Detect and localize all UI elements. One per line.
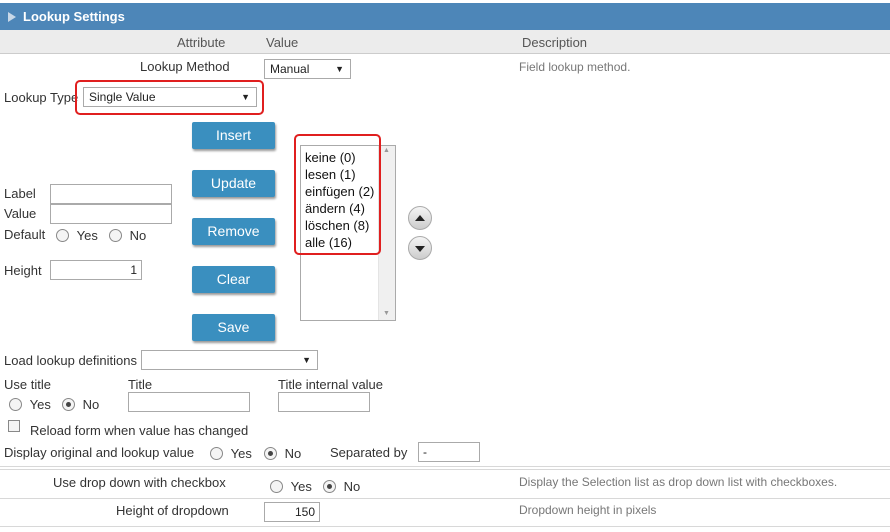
value-column-header: Value	[266, 35, 299, 50]
list-item[interactable]: alle (16)	[305, 234, 374, 251]
title-input[interactable]	[128, 392, 250, 412]
default-no-radio[interactable]	[109, 229, 122, 242]
lookup-type-select[interactable]: Single Value ▼	[83, 87, 257, 107]
attribute-column-header: Attribute	[177, 35, 226, 50]
reload-form-option[interactable]	[8, 420, 20, 435]
title-label: Title	[128, 377, 153, 392]
display-original-no-label: No	[284, 446, 302, 461]
label-input[interactable]	[50, 184, 172, 204]
default-no-label: No	[129, 228, 147, 243]
list-item[interactable]: lesen (1)	[305, 166, 374, 183]
label-field-label: Label	[4, 186, 36, 201]
save-button[interactable]: Save	[192, 314, 275, 341]
use-title-yes-option[interactable]: Yes	[9, 397, 51, 412]
lookup-method-value: Manual	[270, 62, 310, 76]
arrow-up-icon	[415, 215, 425, 221]
lookup-method-label: Lookup Method	[140, 59, 230, 74]
display-original-no-option[interactable]: No	[264, 446, 301, 461]
scroll-up-icon[interactable]: ▲	[383, 147, 390, 154]
remove-button[interactable]: Remove	[192, 218, 275, 245]
lookup-method-description: Field lookup method.	[519, 60, 631, 74]
use-dropdown-yes-radio[interactable]	[270, 480, 283, 493]
divider	[0, 526, 890, 527]
lookup-type-label: Lookup Type	[4, 90, 79, 105]
separated-by-label: Separated by	[330, 445, 408, 460]
use-dropdown-no-label: No	[343, 479, 361, 494]
display-original-no-radio[interactable]	[264, 447, 277, 460]
section-title: Lookup Settings	[23, 9, 125, 24]
display-original-yes-option[interactable]: Yes	[210, 446, 252, 461]
use-dropdown-no-option[interactable]: No	[323, 479, 360, 494]
lookup-method-select[interactable]: Manual ▼	[264, 59, 351, 79]
use-dropdown-no-radio[interactable]	[323, 480, 336, 493]
scroll-down-icon[interactable]: ▼	[383, 310, 390, 317]
list-item[interactable]: ändern (4)	[305, 200, 374, 217]
dropdown-height-input[interactable]: 150	[264, 502, 320, 522]
default-yes-radio[interactable]	[56, 229, 69, 242]
move-up-button[interactable]	[408, 206, 432, 230]
list-item[interactable]: einfügen (2)	[305, 183, 374, 200]
use-title-no-label: No	[82, 397, 100, 412]
use-title-yes-radio[interactable]	[9, 398, 22, 411]
value-field-label: Value	[4, 206, 37, 221]
default-yes-label: Yes	[76, 228, 98, 243]
chevron-down-icon: ▼	[302, 355, 311, 365]
reload-form-label: Reload form when value has changed	[30, 423, 249, 438]
reload-form-checkbox[interactable]	[8, 420, 20, 432]
load-definitions-label: Load lookup definitions	[4, 353, 137, 368]
use-title-no-option[interactable]: No	[62, 397, 99, 412]
divider	[0, 469, 890, 470]
arrow-down-icon	[415, 246, 425, 252]
divider	[0, 466, 890, 467]
display-original-yes-radio[interactable]	[210, 447, 223, 460]
use-dropdown-yes-option[interactable]: Yes	[270, 479, 312, 494]
load-definitions-select[interactable]: ▼	[141, 350, 318, 370]
use-dropdown-label: Use drop down with checkbox	[53, 475, 226, 490]
lookup-type-value: Single Value	[89, 90, 156, 104]
clear-button[interactable]: Clear	[192, 266, 275, 293]
chevron-down-icon: ▼	[335, 64, 344, 74]
use-title-yes-label: Yes	[29, 397, 51, 412]
insert-button[interactable]: Insert	[192, 122, 275, 149]
lookup-values-list: keine (0) lesen (1) einfügen (2) ändern …	[305, 149, 374, 251]
height-label: Height	[4, 263, 42, 278]
display-original-label: Display original and lookup value	[4, 445, 195, 460]
value-input[interactable]	[50, 204, 172, 224]
list-item[interactable]: löschen (8)	[305, 217, 374, 234]
title-internal-label: Title internal value	[278, 377, 384, 392]
divider	[0, 498, 890, 499]
dropdown-height-description: Dropdown height in pixels	[519, 503, 657, 517]
update-button[interactable]: Update	[192, 170, 275, 197]
description-column-header: Description	[522, 35, 588, 50]
use-title-no-radio[interactable]	[62, 398, 75, 411]
column-header-row: Attribute Value Description	[0, 30, 890, 54]
title-internal-input[interactable]	[278, 392, 370, 412]
use-dropdown-yes-label: Yes	[290, 479, 312, 494]
dropdown-height-label: Height of dropdown	[116, 503, 229, 518]
default-yes-option[interactable]: Yes	[56, 228, 98, 243]
section-header[interactable]: Lookup Settings	[0, 3, 890, 30]
separated-by-input[interactable]: -	[418, 442, 480, 462]
move-down-button[interactable]	[408, 236, 432, 260]
use-title-label: Use title	[4, 377, 51, 392]
default-no-option[interactable]: No	[109, 228, 146, 243]
height-input[interactable]: 1	[50, 260, 142, 280]
display-original-yes-label: Yes	[230, 446, 252, 461]
collapse-triangle-icon[interactable]	[8, 12, 16, 22]
use-dropdown-description: Display the Selection list as drop down …	[519, 475, 838, 489]
default-label: Default	[4, 227, 46, 242]
list-item[interactable]: keine (0)	[305, 149, 374, 166]
chevron-down-icon: ▼	[241, 92, 250, 102]
